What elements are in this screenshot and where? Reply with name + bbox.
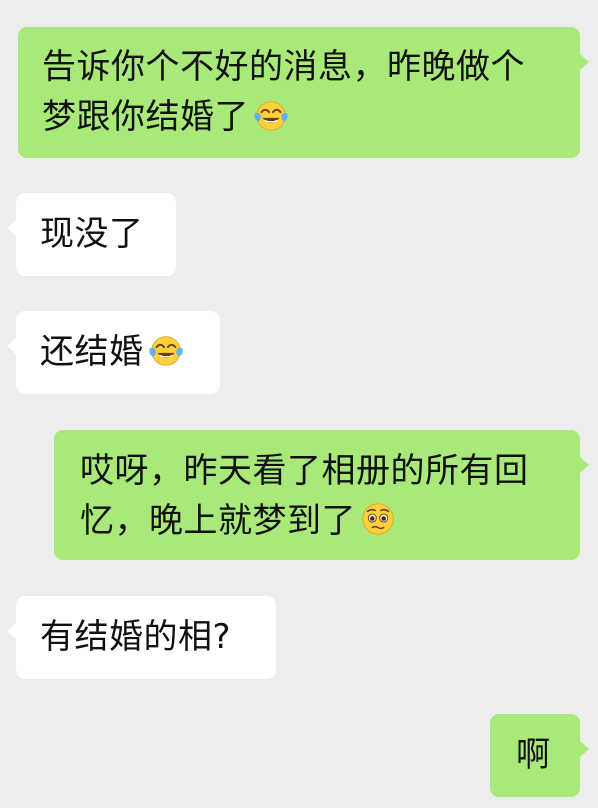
pleading-face-icon bbox=[362, 503, 394, 535]
message-text-line: 有结婚的相? bbox=[40, 617, 232, 657]
tears-of-joy-icon bbox=[254, 101, 288, 131]
message-bubble-sent[interactable]: 哎呀，昨天看了相册的所有回 忆，晚上就梦到了 bbox=[54, 430, 589, 560]
message-text-line: 忆，晚上就梦到了 bbox=[80, 496, 560, 546]
message-text-line: 啊 bbox=[516, 735, 551, 775]
message-bubble-received[interactable]: 还结婚 bbox=[7, 311, 220, 394]
message-text-line: 还结婚 bbox=[40, 327, 202, 377]
message-bubble-sent[interactable]: 告诉你个不好的消息，昨晚做个 梦跟你结婚了 bbox=[18, 27, 589, 158]
message-bubble-sent[interactable]: 啊 bbox=[490, 714, 589, 797]
tears-of-joy-icon bbox=[148, 336, 183, 366]
message-text-line: 现没了 bbox=[40, 214, 144, 254]
message-bubble-received[interactable]: 有结婚的相? bbox=[7, 596, 276, 679]
message-text-line: 告诉你个不好的消息，昨晚做个 bbox=[42, 47, 525, 87]
message-text-line: 哎呀，昨天看了相册的所有回 bbox=[80, 451, 529, 491]
message-text-line: 梦跟你结婚了 bbox=[42, 92, 558, 142]
message-bubble-received[interactable]: 现没了 bbox=[7, 193, 176, 276]
